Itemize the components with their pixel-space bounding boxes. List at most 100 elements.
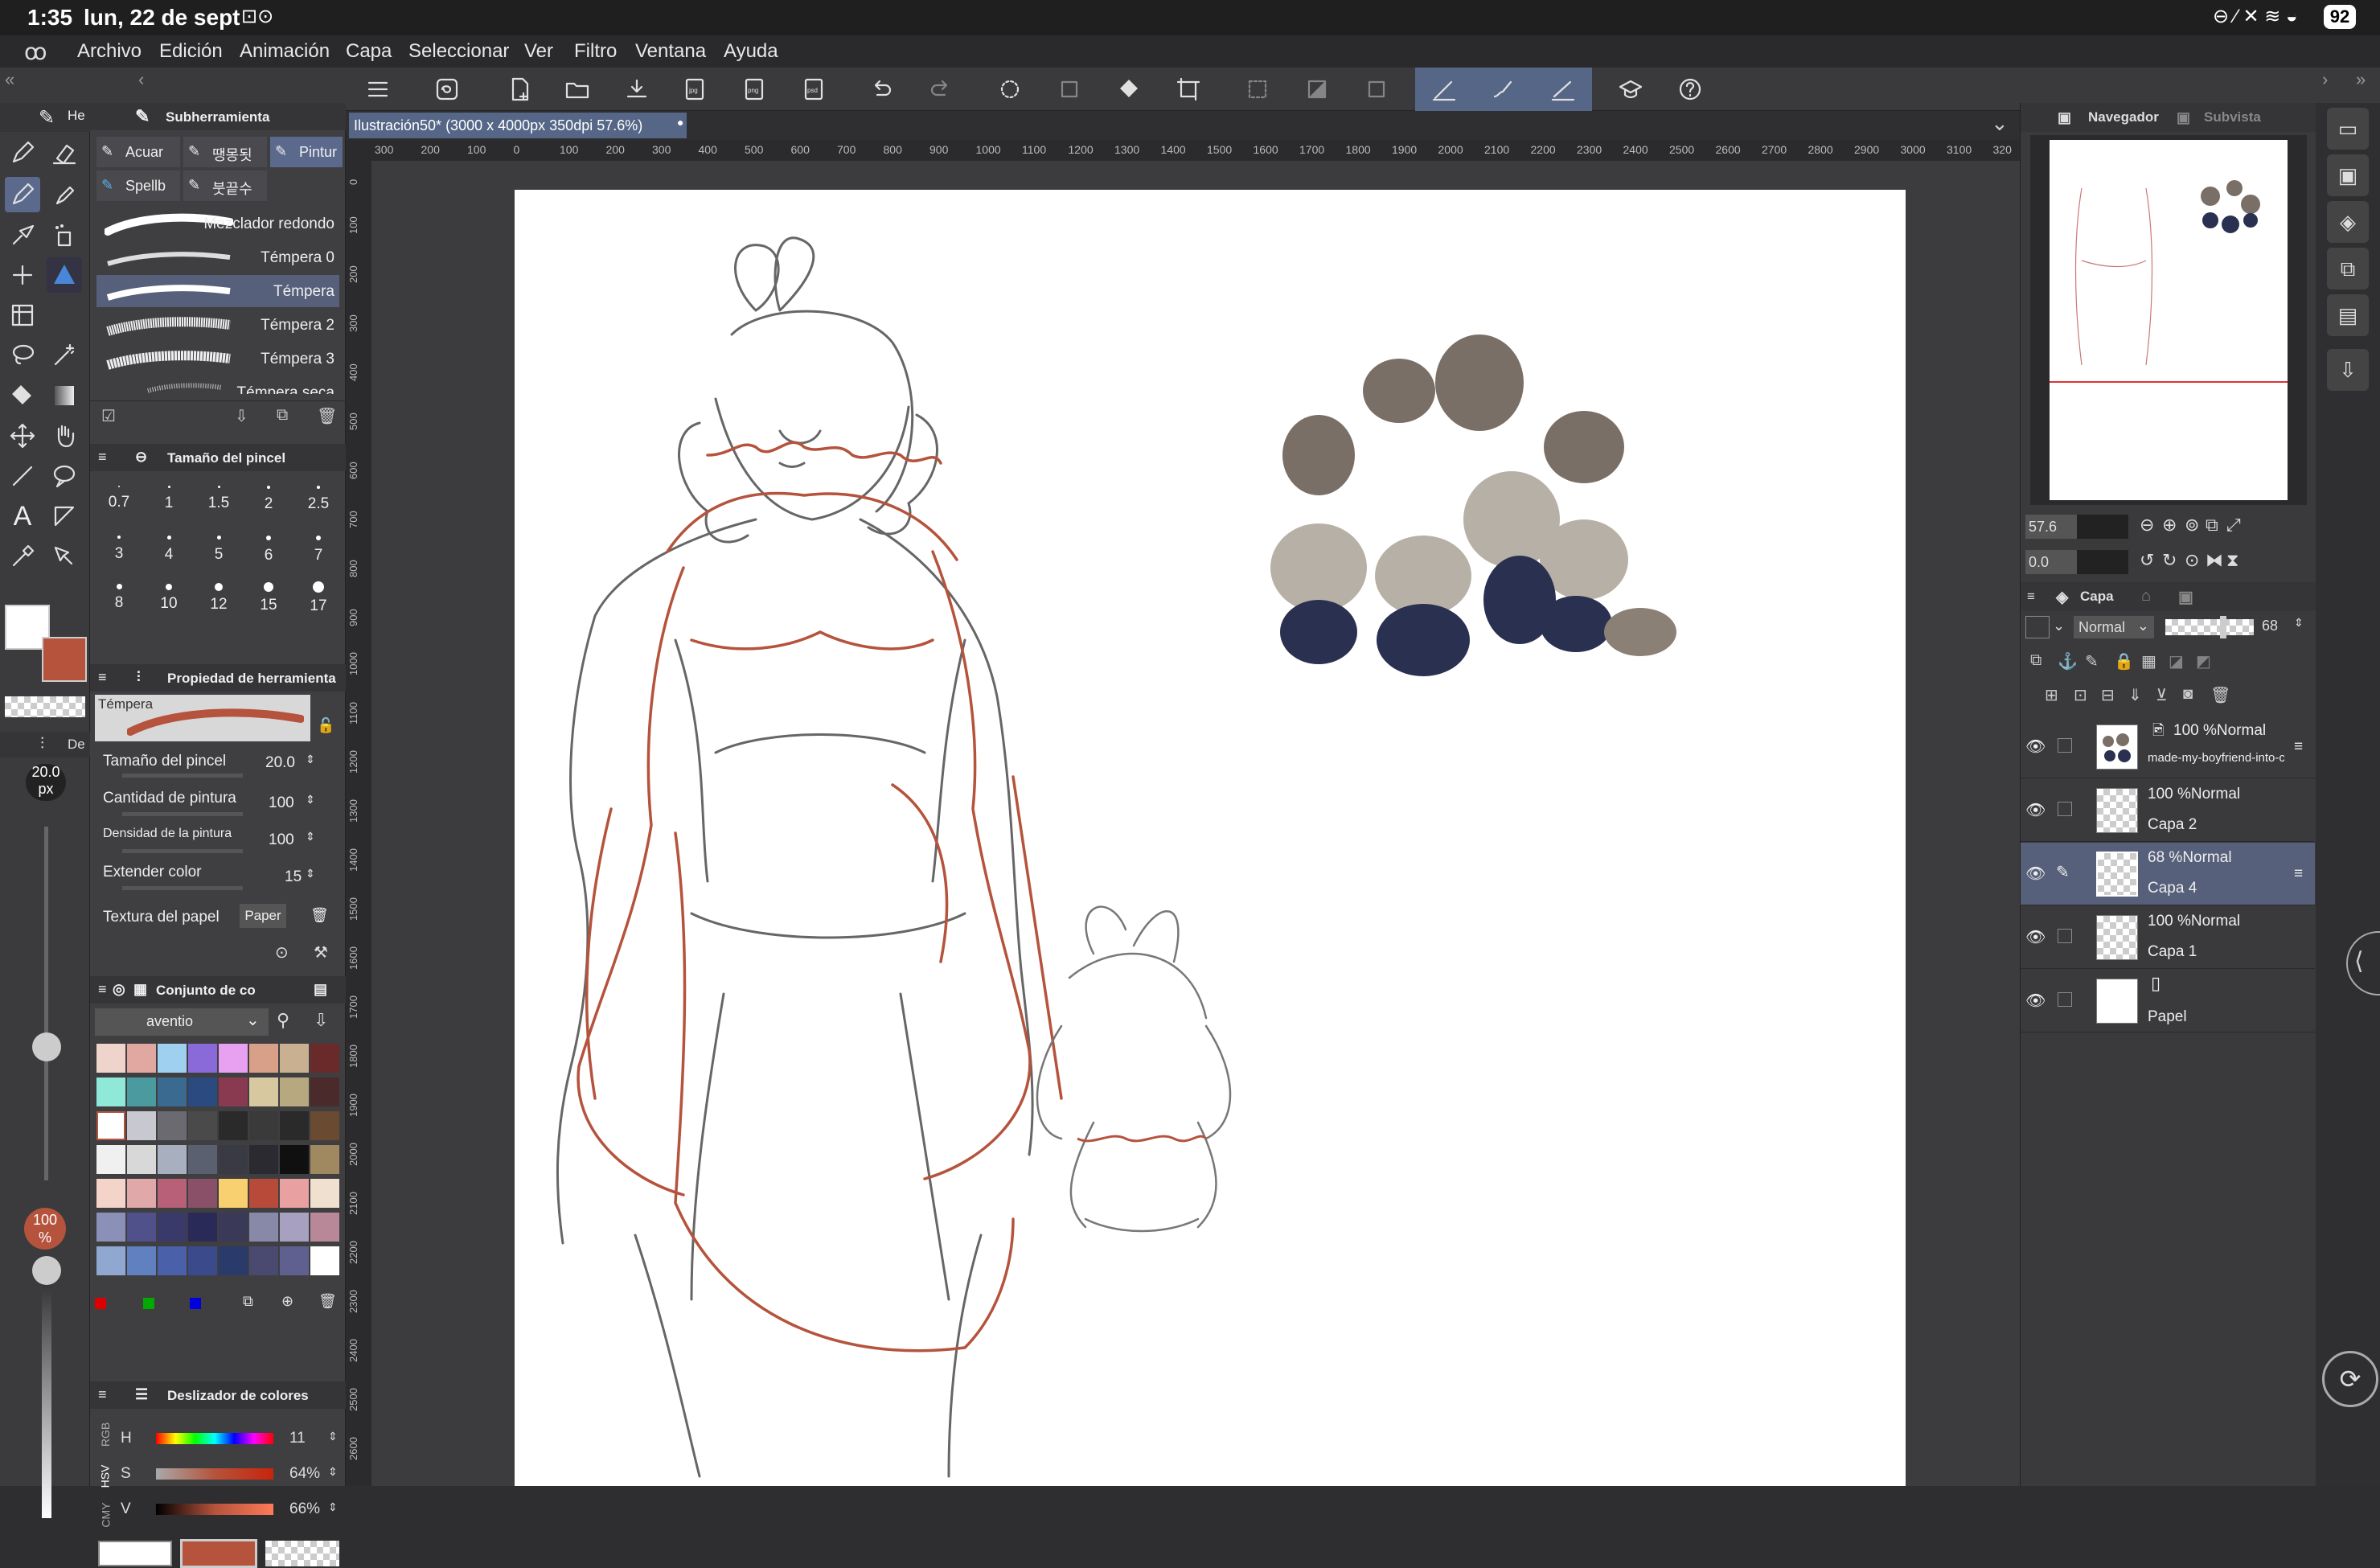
decoration-tool-icon[interactable]	[5, 217, 40, 252]
red-swatch[interactable]	[95, 1298, 106, 1309]
gradient-tool-icon[interactable]	[47, 378, 82, 413]
chevron-left-icon[interactable]: ‹	[138, 69, 144, 90]
pencil-editing-icon[interactable]: ✎	[2056, 862, 2070, 882]
fill-icon[interactable]	[1113, 74, 1145, 105]
spinner-icon[interactable]: ⇕	[328, 1465, 338, 1479]
frame-tool-icon[interactable]	[5, 298, 40, 333]
color-swatch[interactable]	[188, 1179, 217, 1208]
color-swatch[interactable]	[249, 1145, 278, 1174]
duplicate-subtool-icon[interactable]: ⧉	[277, 406, 288, 425]
color-swatch[interactable]	[158, 1179, 187, 1208]
move-tool-icon[interactable]	[5, 418, 40, 454]
transparent-color-swatch[interactable]	[5, 696, 85, 717]
color-swatch[interactable]	[280, 1213, 309, 1242]
layer-color-box[interactable]	[2025, 616, 2050, 638]
color-swatch[interactable]	[96, 1246, 125, 1275]
menu-archivo[interactable]: Archivo	[77, 40, 142, 63]
chevron-down-icon[interactable]: ⌄	[2053, 618, 2065, 634]
lasso-tool-icon[interactable]	[5, 338, 40, 373]
clip-studio-icon[interactable]	[431, 74, 463, 105]
mode-cmy[interactable]: CMY	[100, 1502, 113, 1527]
text-tool-icon[interactable]: A	[5, 499, 40, 534]
color-swatch[interactable]	[219, 1179, 248, 1208]
collapse-right-icon[interactable]: »	[2356, 69, 2366, 90]
color-swatch[interactable]	[158, 1111, 187, 1140]
merge-down-icon[interactable]: ⊻	[2156, 685, 2168, 705]
export-png-icon[interactable]: png	[738, 74, 770, 105]
size-preset[interactable]: 3	[95, 526, 143, 576]
brush-item[interactable]: Témpera 0	[96, 241, 339, 273]
color-swatch[interactable]	[219, 1111, 248, 1140]
color-swatch[interactable]	[219, 1044, 248, 1073]
lock-layer-icon[interactable]: 🔒	[2114, 651, 2134, 671]
eye-icon[interactable]: 👁	[2025, 927, 2046, 947]
material-panel-icon[interactable]: ⇩	[2327, 349, 2369, 391]
line-tool-icon[interactable]	[5, 458, 40, 494]
footer-main-color[interactable]	[98, 1541, 172, 1566]
color-swatch[interactable]	[280, 1044, 309, 1073]
blue-swatch[interactable]	[190, 1298, 201, 1309]
layer-checkbox[interactable]	[2058, 802, 2072, 816]
brush-item[interactable]: Mezclador redondo	[96, 207, 339, 240]
layer-row[interactable]: 👁 ▯ Papel	[2021, 970, 2315, 1032]
color-swatch[interactable]	[158, 1077, 187, 1106]
fill-tool-icon[interactable]	[5, 378, 40, 413]
layer-panel-icon[interactable]: ◈	[2327, 201, 2369, 243]
saturation-slider[interactable]: S 64% ⇕	[121, 1463, 346, 1488]
rotation-value[interactable]: 0.0	[2025, 550, 2077, 574]
color-swatch[interactable]	[188, 1246, 217, 1275]
mode-hsv[interactable]: HSV	[98, 1465, 111, 1488]
sub-color-swatch[interactable]	[42, 637, 87, 682]
layer-mask-icon[interactable]: ◙	[2183, 685, 2193, 704]
color-swatch[interactable]	[158, 1044, 187, 1073]
color-swatch[interactable]	[96, 1213, 125, 1242]
color-swatch[interactable]	[219, 1145, 248, 1174]
color-swatch[interactable]	[158, 1246, 187, 1275]
color-swatch[interactable]	[188, 1145, 217, 1174]
size-preset[interactable]: 15	[244, 576, 293, 626]
color-swatch[interactable]	[310, 1145, 339, 1174]
color-swatch[interactable]	[249, 1077, 278, 1106]
reference-layer-icon[interactable]: ⚓	[2058, 651, 2078, 671]
figure-tool-icon[interactable]	[47, 257, 82, 293]
subtool-tab-pintura[interactable]: ✎ Pintur	[270, 137, 343, 167]
pen-stroke-icon[interactable]	[1428, 74, 1460, 105]
menu-edicion[interactable]: Edición	[159, 40, 223, 63]
layer-property-tab-icon[interactable]: ⌂	[2141, 587, 2151, 605]
pen-tab-icon[interactable]: ✎	[39, 106, 55, 129]
blend-tool-icon[interactable]	[5, 257, 40, 293]
color-swatch[interactable]	[310, 1111, 339, 1140]
brush-item[interactable]: Témpera 2	[96, 309, 339, 341]
menu-ayuda[interactable]: Ayuda	[724, 40, 778, 63]
color-swatch[interactable]	[127, 1111, 156, 1140]
size-preset[interactable]: 7	[294, 526, 343, 576]
eye-icon[interactable]: 👁	[2025, 864, 2046, 884]
subtool-tab-spellbrush[interactable]: ✎ Spellb	[96, 170, 180, 201]
color-swatch[interactable]	[96, 1179, 125, 1208]
hue-slider[interactable]: H 11 ⇕	[121, 1428, 346, 1452]
spinner-icon[interactable]: ⇕	[306, 830, 315, 844]
spinner-icon[interactable]: ⇕	[328, 1500, 338, 1514]
size-preset[interactable]: 4	[145, 526, 193, 576]
footer-sub-color[interactable]	[180, 1539, 257, 1568]
add-color-icon[interactable]: ⊕	[281, 1293, 293, 1310]
lock-icon[interactable]: 🔓	[317, 717, 334, 734]
tab-subview[interactable]: Subvista	[2204, 109, 2261, 125]
menu-capa[interactable]: Capa	[346, 40, 392, 63]
mode-rgb[interactable]: RGB	[99, 1422, 112, 1447]
property-paint-amount[interactable]: Cantidad de pintura 100 ⇕	[98, 788, 339, 823]
transform-icon[interactable]	[1172, 74, 1204, 105]
clip-layer-icon[interactable]: ⧉	[2030, 651, 2041, 670]
undo-icon[interactable]	[865, 74, 897, 105]
save-icon[interactable]	[621, 74, 653, 105]
color-swatch[interactable]	[127, 1044, 156, 1073]
size-preset[interactable]: 6	[244, 526, 293, 576]
color-swatch[interactable]	[310, 1044, 339, 1073]
eyedropper-icon[interactable]: ⚲	[277, 1010, 289, 1031]
crop-selection-icon[interactable]	[1360, 74, 1393, 105]
brush-size-slider-track[interactable]	[44, 827, 48, 1180]
side-drawer-handle[interactable]: ⟨	[2346, 931, 2380, 995]
layer-row[interactable]: 👁 100 %Normal Capa 1	[2021, 906, 2315, 969]
opacity-slider-handle[interactable]	[32, 1256, 61, 1285]
layer-checkbox[interactable]	[2058, 738, 2072, 753]
